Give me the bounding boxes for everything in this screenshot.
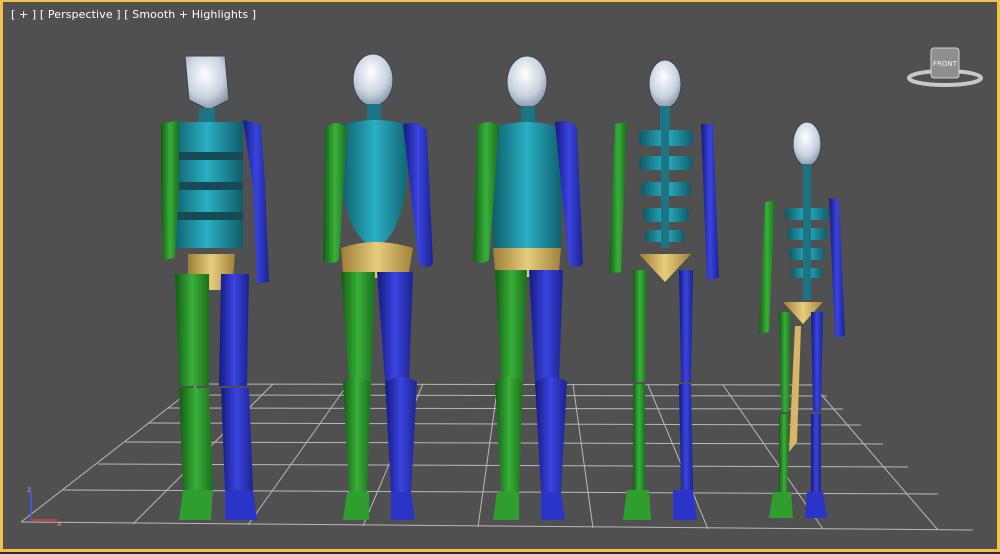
biped-figure-1 bbox=[161, 55, 269, 520]
biped-figure-4 bbox=[609, 59, 719, 520]
axis-x-label: x bbox=[57, 519, 62, 528]
axis-z-label: z bbox=[27, 485, 31, 494]
biped-figure-2 bbox=[323, 53, 433, 520]
viewport-label-menu[interactable]: [ + ] [ Perspective ] [ Smooth + Highlig… bbox=[11, 8, 256, 21]
axis-tripod-icon: z x bbox=[21, 484, 65, 530]
perspective-viewport[interactable]: [ + ] [ Perspective ] [ Smooth + Highlig… bbox=[0, 0, 1000, 552]
biped-figure-5 bbox=[759, 121, 845, 518]
viewport-scene[interactable] bbox=[3, 2, 1000, 554]
biped-figure-3 bbox=[473, 55, 583, 520]
viewcube-icon[interactable]: FRONT bbox=[905, 40, 985, 92]
viewcube-face-label: FRONT bbox=[933, 60, 958, 68]
